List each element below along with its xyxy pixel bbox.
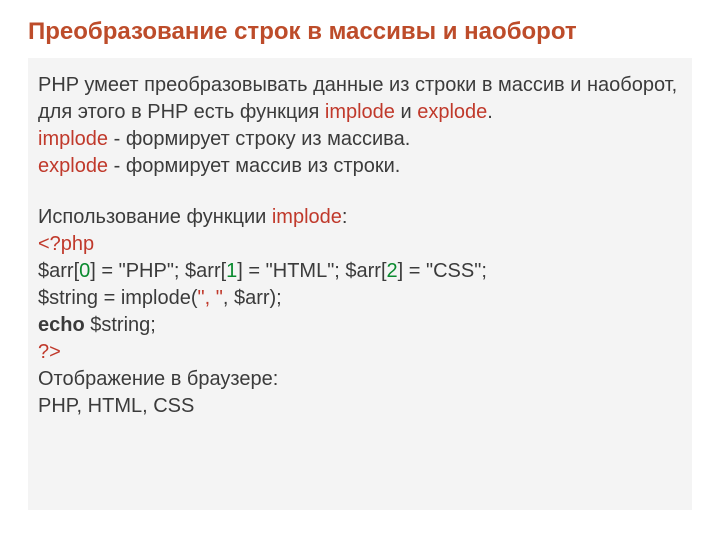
code-line-3: echo $string; — [38, 312, 680, 339]
fn-implode-2: implode — [38, 128, 108, 150]
echo-keyword: echo — [38, 314, 85, 336]
c2a: $string = implode( — [38, 287, 198, 309]
usage-label-c: : — [342, 206, 348, 228]
output-label: Отображение в браузере: — [38, 366, 680, 393]
output-value: PHP, HTML, CSS — [38, 393, 680, 420]
usage-label: Использование функции implode: — [38, 204, 680, 231]
usage-label-b: implode — [272, 206, 342, 228]
intro-text-3: . — [487, 101, 493, 123]
index-0: 0 — [79, 260, 90, 282]
code-line-1: $arr[0] = "PHP"; $arr[1] = "HTML"; $arr[… — [38, 258, 680, 285]
php-open-tag: <?php — [38, 231, 680, 258]
c1b: ] = "PHP"; $arr[ — [90, 260, 226, 282]
c2b: , $arr); — [223, 287, 282, 309]
index-1: 1 — [226, 260, 237, 282]
implode-desc-text: - формирует строку из массива. — [108, 128, 410, 150]
php-close-tag: ?> — [38, 339, 680, 366]
fn-explode-2: explode — [38, 155, 108, 177]
fn-implode: implode — [325, 101, 395, 123]
content-block: PHP умеет преобразовывать данные из стро… — [28, 58, 692, 510]
separator-literal: ", " — [198, 287, 223, 309]
usage-label-a: Использование функции — [38, 206, 272, 228]
explode-desc: explode - формирует массив из строки. — [38, 153, 680, 180]
code-line-2: $string = implode(", ", $arr); — [38, 285, 680, 312]
index-2: 2 — [387, 260, 398, 282]
intro-paragraph: PHP умеет преобразовывать данные из стро… — [38, 72, 680, 126]
explode-desc-text: - формирует массив из строки. — [108, 155, 400, 177]
c3b: $string; — [85, 314, 156, 336]
slide-title: Преобразование строк в массивы и наоборо… — [28, 18, 692, 46]
c1a: $arr[ — [38, 260, 79, 282]
intro-text-2: и — [395, 101, 417, 123]
fn-explode: explode — [417, 101, 487, 123]
c1c: ] = "HTML"; $arr[ — [237, 260, 386, 282]
c1d: ] = "CSS"; — [398, 260, 487, 282]
implode-desc: implode - формирует строку из массива. — [38, 126, 680, 153]
